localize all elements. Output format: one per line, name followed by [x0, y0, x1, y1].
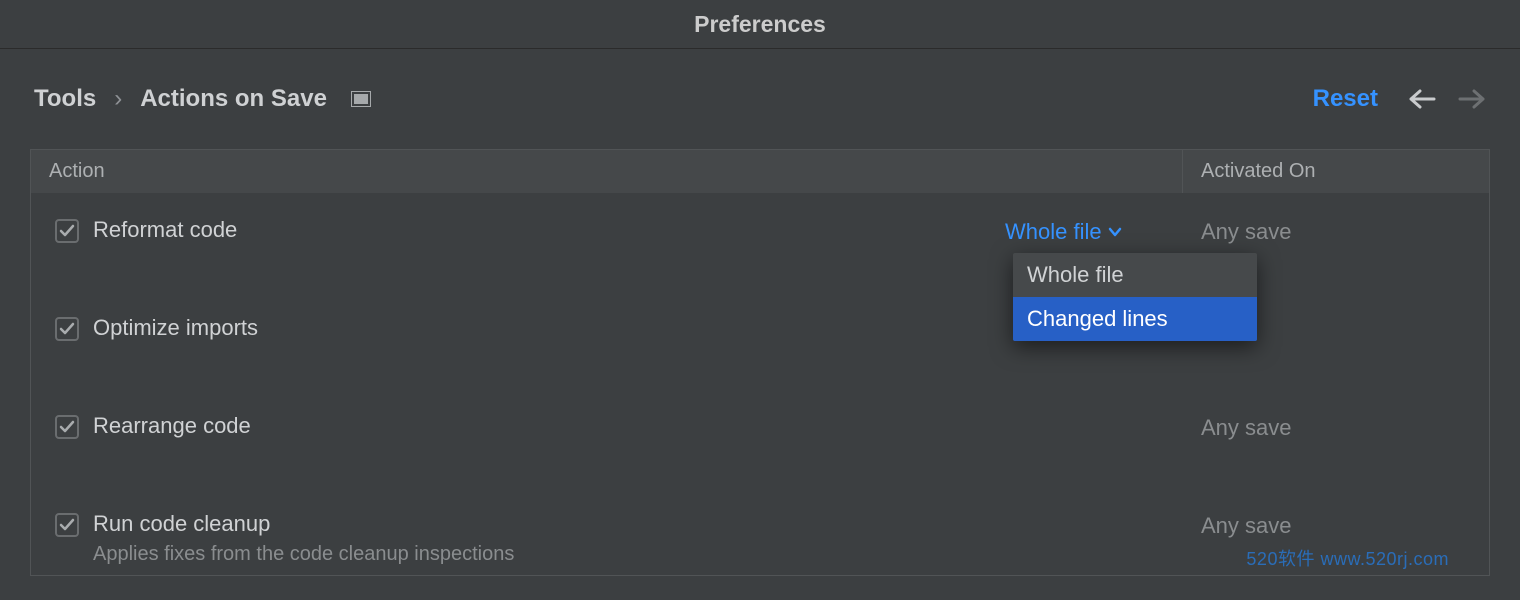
dropdown-item-whole-file[interactable]: Whole file [1013, 253, 1257, 297]
titlebar: Preferences [0, 0, 1520, 49]
chevron-down-icon [1108, 227, 1122, 237]
row-label: Optimize imports [93, 315, 258, 341]
nav-arrows [1408, 89, 1486, 109]
forward-button [1458, 89, 1486, 109]
breadcrumb-separator: › [114, 85, 122, 113]
breadcrumb: Tools › Actions on Save [34, 85, 371, 113]
scope-dropdown-popup: Whole file Changed lines [1013, 253, 1257, 341]
row-label: Run code cleanup [93, 511, 514, 537]
row-activated-on: Any save [1179, 413, 1489, 441]
row-activated-on: Any save [1179, 217, 1489, 245]
reset-button[interactable]: Reset [1313, 85, 1378, 113]
breadcrumb-parent[interactable]: Tools [34, 85, 96, 113]
table-row: Optimize imports save [31, 291, 1489, 389]
column-activated-on[interactable]: Activated On [1183, 150, 1489, 193]
table-row: Rearrange code Any save [31, 389, 1489, 487]
row-checkbox[interactable] [55, 415, 79, 439]
dropdown-item-changed-lines[interactable]: Changed lines [1013, 297, 1257, 341]
window-title: Preferences [694, 11, 826, 38]
scope-label: Whole file [1005, 219, 1102, 245]
column-action[interactable]: Action [31, 150, 1183, 193]
table-header: Action Activated On [31, 150, 1489, 193]
table-row: Reformat code Whole file Any save [31, 193, 1489, 291]
table-body: Reformat code Whole file Any save Optimi… [31, 193, 1489, 575]
header-actions: Reset [1313, 85, 1486, 113]
row-checkbox[interactable] [55, 317, 79, 341]
row-description: Applies fixes from the code cleanup insp… [93, 543, 514, 566]
row-checkbox[interactable] [55, 513, 79, 537]
row-activated-on: Any save [1179, 511, 1489, 539]
breadcrumb-current: Actions on Save [140, 85, 327, 113]
view-mode-icon[interactable] [351, 91, 371, 107]
back-button[interactable] [1408, 89, 1436, 109]
actions-table: Action Activated On Reformat code Whole … [30, 149, 1490, 576]
watermark: 520软件 www.520rj.com [1246, 545, 1449, 571]
row-label: Rearrange code [93, 413, 251, 439]
scope-dropdown[interactable]: Whole file [1005, 219, 1122, 245]
row-checkbox[interactable] [55, 219, 79, 243]
header: Tools › Actions on Save Reset [0, 49, 1520, 149]
row-label: Reformat code [93, 217, 237, 243]
